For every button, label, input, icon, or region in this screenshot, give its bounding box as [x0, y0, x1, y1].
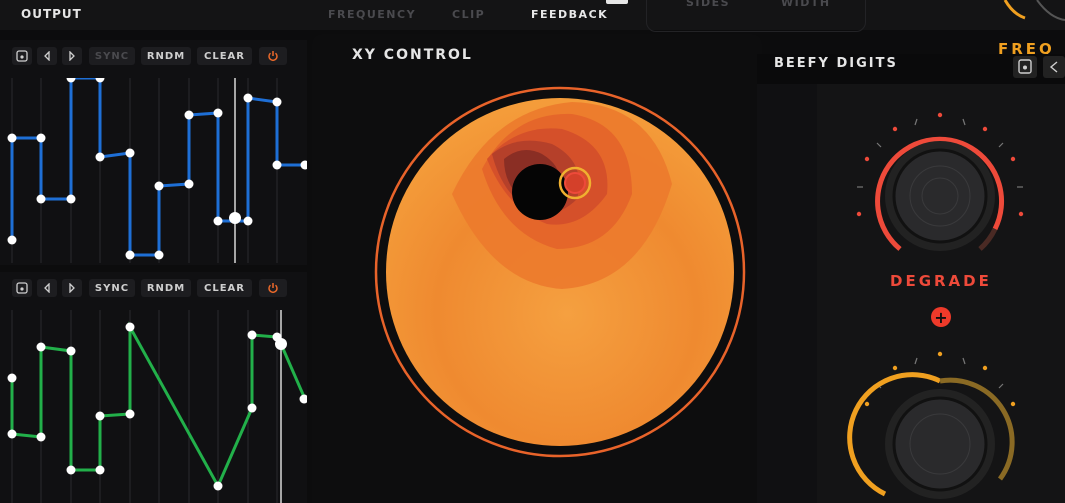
clear-button[interactable]: CLEAR — [197, 279, 252, 297]
step-graph-blue[interactable] — [0, 78, 307, 263]
save-icon[interactable] — [1013, 56, 1037, 78]
degrade-label: DEGRADE — [890, 272, 992, 290]
power-icon[interactable] — [259, 279, 287, 297]
beefy-digits-title: BEEFY DIGITS — [774, 56, 898, 71]
beefy-digits-panel: BEEFY DIGITS DEGRADE + — [757, 54, 1065, 503]
freq-knob-arc[interactable] — [995, 0, 1065, 30]
xy-control-panel: XY CONTROL — [312, 34, 762, 503]
top-bar: OUTPUT FREQUENCY CLIP FEEDBACK SIDES WID… — [0, 0, 1065, 32]
tab-clip[interactable]: CLIP — [452, 8, 485, 21]
sequencer-header: SYNC RNDM CLEAR — [0, 40, 307, 72]
add-modulation-icon[interactable]: + — [931, 307, 951, 327]
degrade-knob[interactable] — [845, 109, 1035, 269]
second-knob[interactable] — [845, 344, 1035, 503]
tab-frequency[interactable]: FREQUENCY — [328, 8, 416, 21]
sides-width-panel — [646, 0, 866, 32]
prev-icon[interactable] — [37, 47, 57, 65]
rndm-button[interactable]: RNDM — [141, 47, 191, 65]
prev-icon[interactable] — [37, 279, 57, 297]
step-graph-green[interactable] — [0, 310, 307, 503]
sync-button[interactable]: SYNC — [89, 279, 135, 297]
power-icon[interactable] — [259, 47, 287, 65]
sequencer-header: SYNC RNDM CLEAR — [0, 272, 307, 304]
next-icon[interactable] — [62, 279, 82, 297]
save-icon[interactable] — [12, 279, 32, 297]
beefy-left-rail — [757, 84, 817, 503]
beefy-titlebar: BEEFY DIGITS — [757, 54, 1065, 84]
output-label: OUTPUT — [21, 7, 82, 21]
prev-icon[interactable] — [1043, 56, 1065, 78]
xy-pad[interactable] — [312, 34, 762, 503]
sequencer-green: SYNC RNDM CLEAR — [0, 272, 307, 503]
clear-button[interactable]: CLEAR — [197, 47, 252, 65]
next-icon[interactable] — [62, 47, 82, 65]
feedback-indicator — [606, 0, 628, 4]
sync-button[interactable]: SYNC — [89, 47, 135, 65]
tab-feedback[interactable]: FEEDBACK — [531, 8, 608, 21]
sequencer-blue: SYNC RNDM CLEAR — [0, 40, 307, 265]
save-icon[interactable] — [12, 47, 32, 65]
rndm-button[interactable]: RNDM — [141, 279, 191, 297]
